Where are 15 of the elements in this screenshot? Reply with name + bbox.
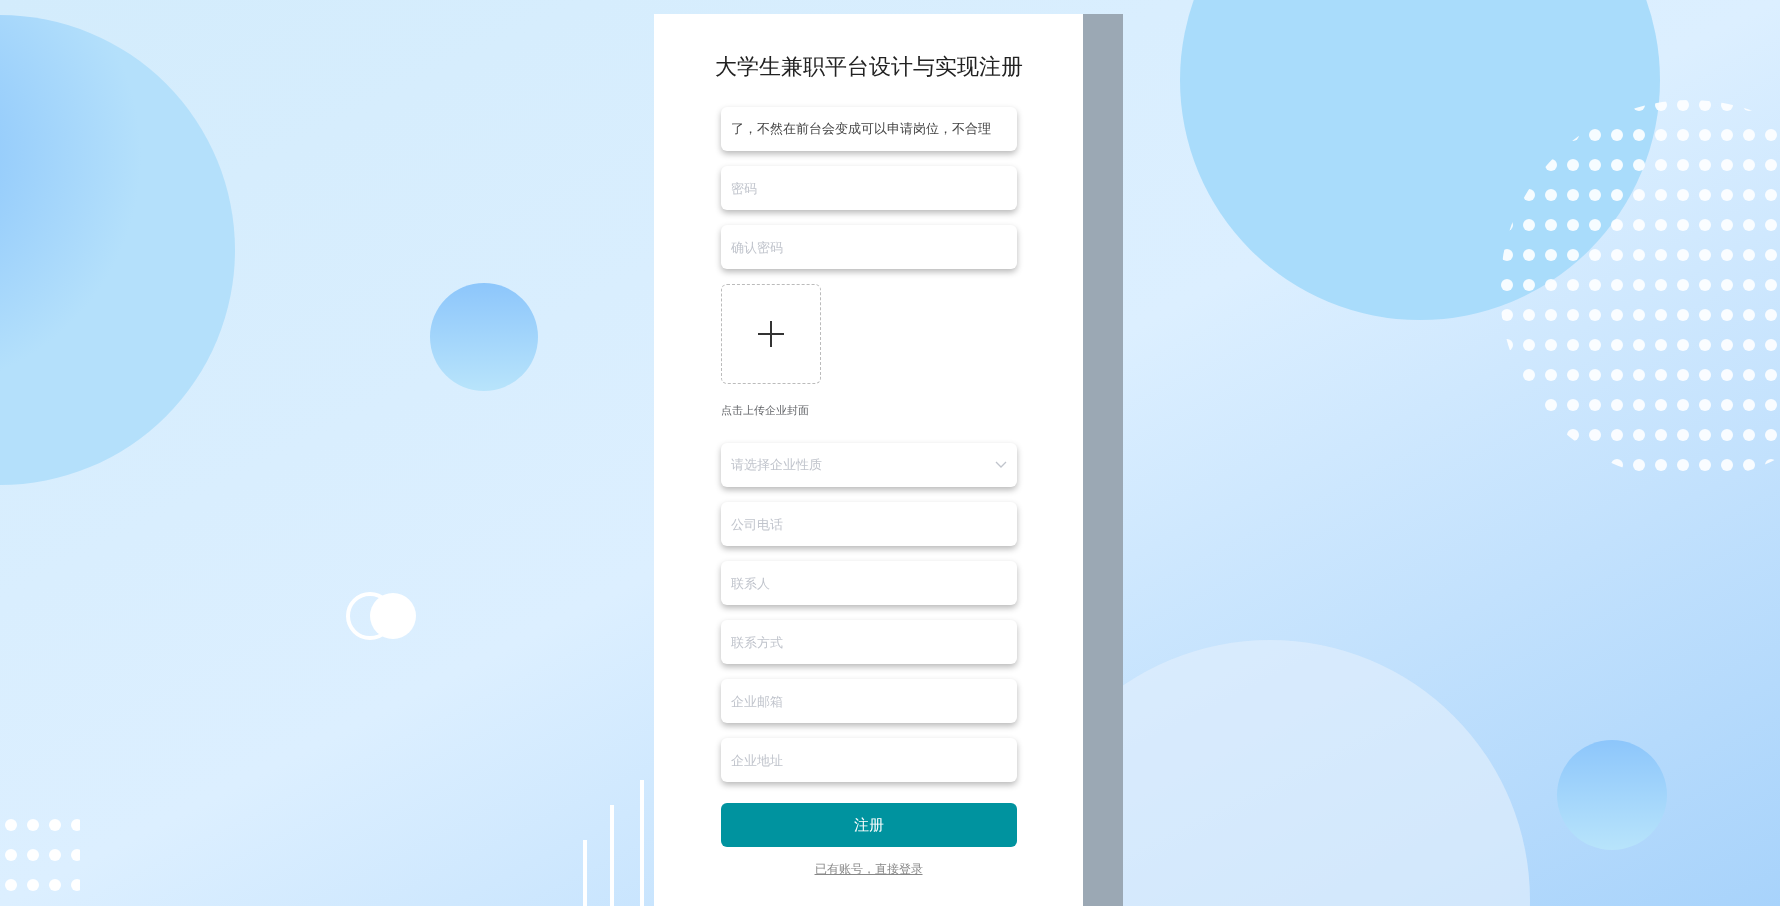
input-field[interactable]: 了，不然在前台会变成可以申请岗位，不合理 (720, 107, 1017, 151)
upload-box[interactable] (720, 284, 821, 384)
upload-hint: 点击上传企业封面 (720, 403, 809, 419)
register-button[interactable]: 注册 (720, 803, 1017, 847)
input-field[interactable]: 企业地址 (720, 738, 1017, 782)
input-field[interactable]: 联系方式 (720, 620, 1017, 664)
input-field[interactable]: 确认密码 (720, 225, 1017, 269)
input-field[interactable]: 联系人 (720, 561, 1017, 605)
input-field[interactable]: 企业邮箱 (720, 679, 1017, 723)
login-link[interactable]: 已有账号，直接登录 (814, 860, 923, 878)
plus-icon (756, 320, 785, 348)
input-field[interactable]: 密码 (720, 166, 1017, 210)
form-title: 大学生兼职平台设计与实现注册 (714, 53, 1023, 81)
overlapping-circles-drawing (346, 592, 416, 640)
chevron-down-icon (994, 461, 1007, 469)
